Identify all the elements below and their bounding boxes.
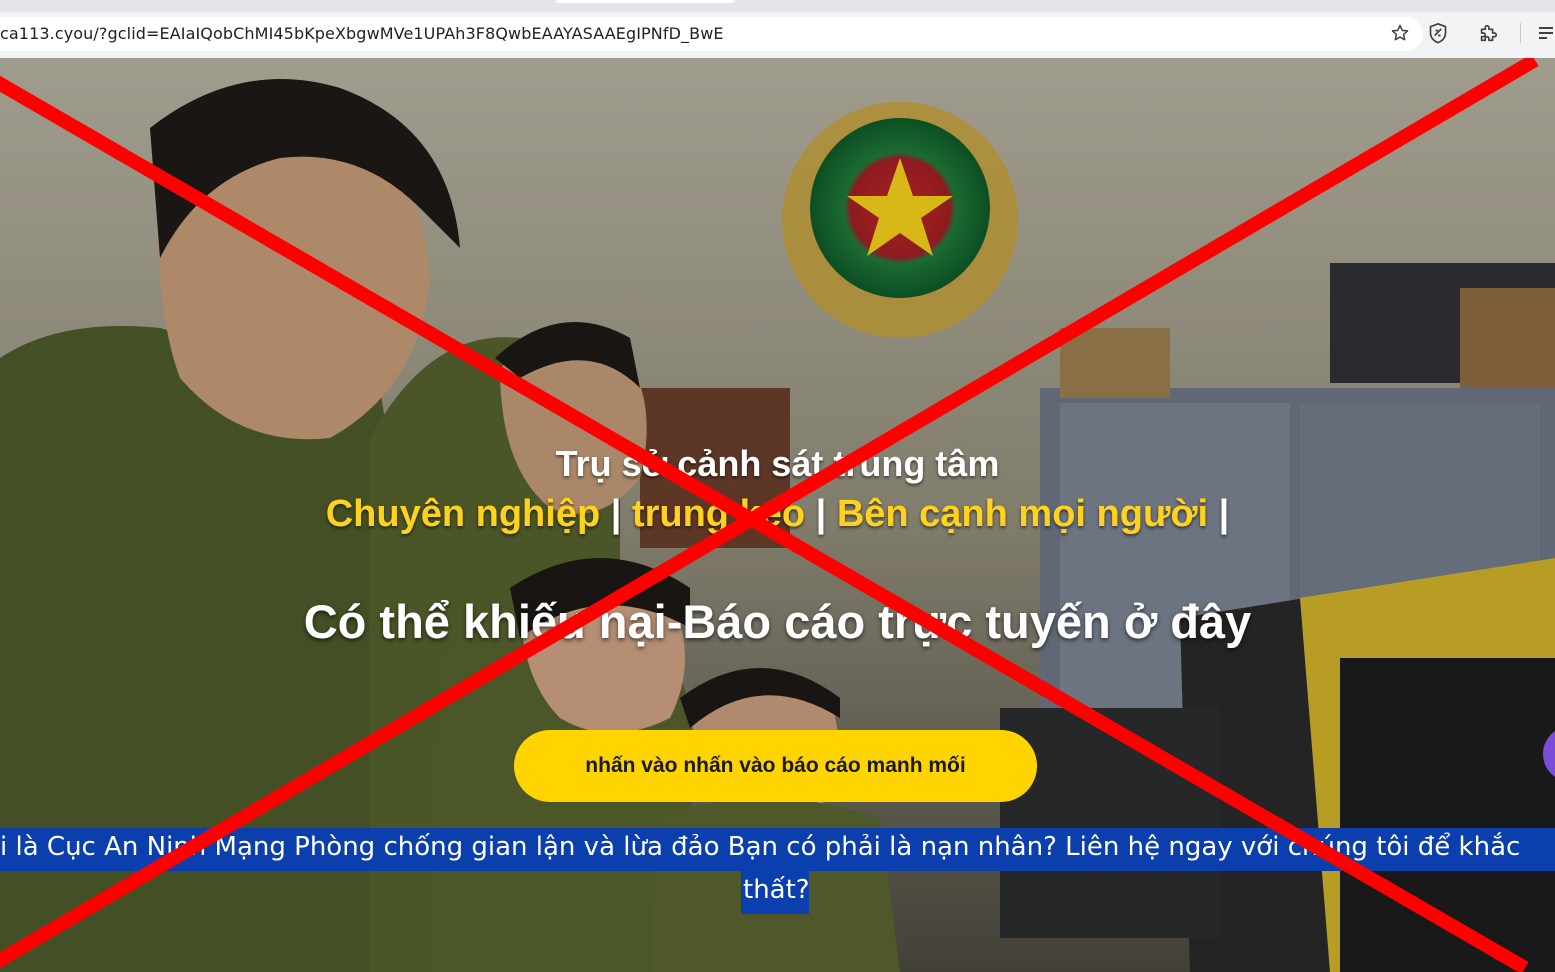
browser-toolbar: ca113.cyou/?gclid=EAIaIQobChMI45bKpeXbgw… [0, 12, 1555, 59]
toolbar-divider [1520, 23, 1521, 43]
hero-content: Trụ sở cảnh sát trung tâm Chuyên nghiệp … [0, 58, 1555, 972]
tagline-separator: | [600, 493, 632, 535]
address-bar[interactable]: ca113.cyou/?gclid=EAIaIQobChMI45bKpeXbgw… [0, 17, 1423, 51]
hero-heading: Trụ sở cảnh sát trung tâm [555, 443, 1000, 484]
tagline-separator: | [1208, 493, 1230, 535]
banner-text-line-1: i là Cục An Ninh Mạng Phòng chống gian l… [0, 832, 1521, 862]
active-tab-edge[interactable] [555, 0, 735, 3]
shield-extension-icon[interactable] [1424, 19, 1452, 47]
hero-subheading: Có thể khiếu nại-Báo cáo trực tuyến ở đâ… [303, 595, 1252, 648]
star-icon[interactable] [1386, 19, 1414, 47]
selected-text-banner: i là Cục An Ninh Mạng Phòng chống gian l… [0, 828, 1555, 871]
tagline-separator: | [805, 493, 837, 535]
hero-section: Trụ sở cảnh sát trung tâm Chuyên nghiệp … [0, 58, 1555, 972]
url-text[interactable]: ca113.cyou/?gclid=EAIaIQobChMI45bKpeXbgw… [0, 24, 724, 43]
reading-list-icon[interactable] [1535, 19, 1555, 47]
tab-strip [0, 0, 1555, 12]
report-clue-button[interactable]: nhấn vào nhấn vào báo cáo manh mối [514, 730, 1037, 802]
tagline-part-1: Chuyên nghiệp [325, 493, 601, 535]
selected-text-banner-cont: thất? [741, 871, 810, 914]
hero-tagline: Chuyên nghiệp | trung kéo | Bên cạnh mọi… [0, 493, 1555, 536]
banner-text-line-2: thất? [743, 875, 810, 905]
tagline-part-3: Bên cạnh mọi người [836, 493, 1209, 535]
tagline-part-2: trung kéo [631, 493, 806, 535]
puzzle-extensions-icon[interactable] [1474, 19, 1502, 47]
